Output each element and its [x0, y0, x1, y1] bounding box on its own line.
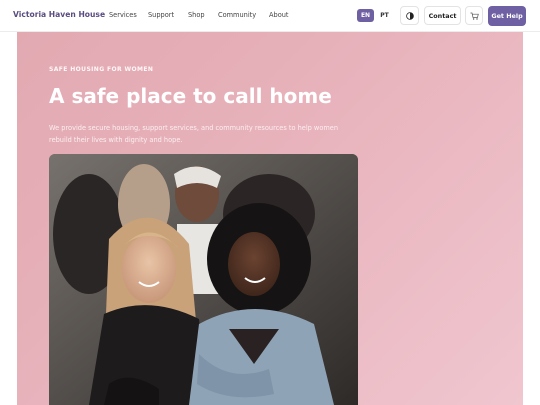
- nav-shop[interactable]: Shop: [188, 11, 205, 19]
- nav-community[interactable]: Community: [218, 11, 256, 19]
- lang-en-button[interactable]: EN: [357, 9, 374, 22]
- hero-photo: [49, 154, 358, 405]
- lang-pt-button[interactable]: PT: [376, 9, 393, 22]
- nav-about[interactable]: About: [269, 11, 289, 19]
- theme-toggle-button[interactable]: [400, 6, 419, 25]
- women-group-photo: [49, 154, 358, 405]
- hero-section: SAFE HOUSING FOR WOMEN A safe place to c…: [17, 32, 523, 405]
- hero-headline: A safe place to call home: [49, 84, 332, 108]
- language-switcher: EN PT: [357, 9, 395, 22]
- contact-button[interactable]: Contact: [424, 6, 461, 25]
- hero-eyebrow: SAFE HOUSING FOR WOMEN: [49, 66, 154, 73]
- get-help-button[interactable]: Get Help: [488, 6, 526, 26]
- top-navigation: Victoria Haven House Services Support Sh…: [0, 0, 540, 32]
- cart-button[interactable]: [465, 6, 483, 25]
- cart-icon: [470, 12, 479, 20]
- brand-logo-text[interactable]: Victoria Haven House: [13, 10, 105, 19]
- nav-support[interactable]: Support: [148, 11, 174, 19]
- theme-toggle-icon: [405, 11, 414, 20]
- hero-subtitle: We provide secure housing, support servi…: [49, 124, 339, 144]
- nav-services[interactable]: Services: [109, 11, 137, 19]
